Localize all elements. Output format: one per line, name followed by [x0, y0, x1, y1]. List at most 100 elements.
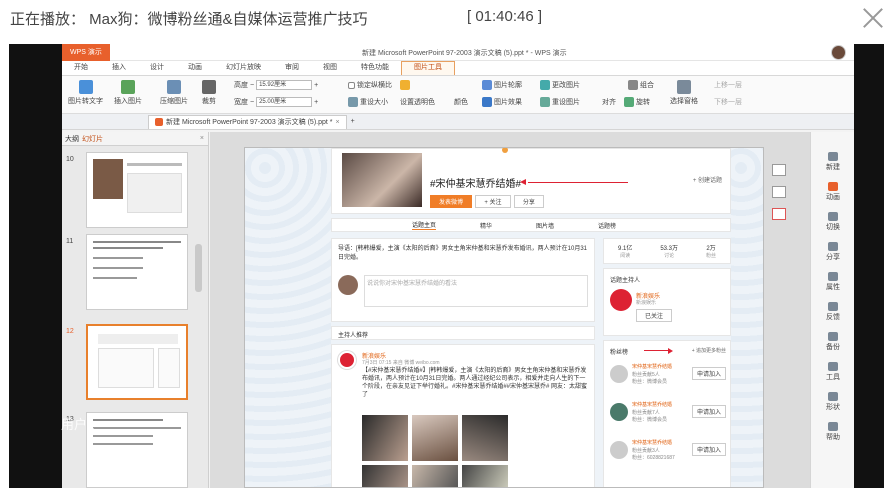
apply-join-button[interactable]: 申请加入 — [691, 443, 726, 456]
compress-picture-button[interactable]: 压缩图片 — [160, 80, 188, 106]
menu-view[interactable]: 视图 — [311, 62, 349, 75]
post-photo[interactable] — [412, 465, 458, 487]
tab-outline[interactable]: 大纲 — [65, 134, 79, 144]
sidebar-help[interactable]: 帮助 — [815, 422, 851, 442]
follow-button[interactable]: + 关注 — [475, 195, 511, 208]
reset-picture-button[interactable]: 重设图片 — [540, 97, 580, 107]
insert-picture-button[interactable]: 插入图片 — [114, 80, 142, 106]
effect-button[interactable]: 图片效果 — [482, 97, 522, 107]
ribbon: 图片转文字 插入图片 压缩图片 裁剪 高度 − 15.92厘米 + 宽度 − 2… — [62, 76, 854, 114]
send-backward-button[interactable]: 下移一层 — [714, 97, 742, 107]
menu-design[interactable]: 设计 — [138, 62, 176, 75]
tab-featured[interactable]: 精华 — [480, 221, 492, 230]
align-button[interactable]: 对齐 — [602, 97, 616, 107]
post-photo[interactable] — [462, 465, 508, 487]
outline-button[interactable]: 图片轮廓 — [482, 80, 522, 90]
window-icon[interactable] — [772, 208, 786, 220]
properties-icon — [828, 272, 838, 281]
host-sub: 新浪娱乐 — [636, 300, 657, 306]
host-followed-button[interactable]: 已关注 — [636, 309, 673, 322]
transparent-color-button[interactable] — [400, 80, 410, 90]
slide-number: 10 — [66, 156, 74, 163]
pic-to-text-icon — [78, 80, 93, 94]
comment-input[interactable]: 说说你对宋仲基宋慧乔结婚的看法 — [364, 275, 588, 307]
wps-menu-button[interactable]: WPS 演示 — [62, 44, 110, 61]
slide[interactable]: #宋仲基宋慧乔结婚# 发表微博 + 关注 分享 + 创建话题 话题主页 精华 图… — [244, 147, 764, 488]
pane-scrollbar[interactable] — [195, 244, 202, 292]
slide-thumbnail-selected[interactable] — [86, 324, 188, 400]
menu-slideshow[interactable]: 幻灯片放映 — [214, 62, 273, 75]
document-tab[interactable]: 新建 Microsoft PowerPoint 97-2003 演示文稿 (5)… — [148, 114, 347, 129]
host-avatar[interactable] — [610, 289, 632, 311]
sidebar-tools[interactable]: 工具 — [815, 362, 851, 382]
sidebar-new[interactable]: 新建 — [815, 152, 851, 172]
new-tab-button[interactable]: + — [351, 118, 355, 125]
create-topic-link[interactable]: + 创建话题 — [693, 175, 722, 184]
select-pane-icon — [677, 80, 691, 94]
post-photo[interactable] — [362, 465, 408, 487]
set-transparent-button[interactable]: 设置透明色 — [400, 97, 435, 107]
bring-forward-button[interactable]: 上移一层 — [714, 80, 742, 90]
height-plus[interactable]: + — [314, 82, 318, 89]
menu-animation[interactable]: 动画 — [176, 62, 214, 75]
height-input[interactable]: 15.92厘米 — [256, 80, 313, 90]
width-input[interactable]: 25.00厘米 — [256, 97, 313, 107]
post-photo[interactable] — [462, 415, 508, 461]
wps-window: WPS 演示 新建 Microsoft PowerPoint 97-2003 演… — [62, 44, 854, 488]
pic-to-text-button[interactable]: 图片转文字 — [68, 80, 103, 106]
backup-icon — [828, 332, 838, 341]
sidebar-properties[interactable]: 属性 — [815, 272, 851, 292]
host-heading: 话题主持人 — [610, 278, 641, 284]
slide-thumbnail[interactable] — [86, 412, 188, 488]
post-meta: 7月3日 07:15 来自 微博 weibo.com — [362, 360, 440, 366]
topic-intro: 导语：[韩韩爆爱，主演《太阳的后裔》男女主角宋仲基和宋慧乔发布婚讯，两人预计在1… — [338, 246, 588, 261]
user-avatar[interactable] — [831, 45, 846, 60]
topic-stats: 9.1亿 阅读 53.3万 讨论 2万 粉丝 — [603, 238, 731, 264]
reset-size-button[interactable]: 重设大小 — [348, 97, 388, 107]
transparent-icon — [400, 80, 410, 90]
pane-close-icon[interactable]: × — [200, 135, 208, 142]
post-photo[interactable] — [412, 415, 458, 461]
apply-join-button[interactable]: 申请加入 — [691, 367, 726, 380]
menu-special[interactable]: 特色功能 — [349, 62, 401, 75]
slide-thumbnail[interactable] — [86, 152, 188, 228]
menu-review[interactable]: 审阅 — [273, 62, 311, 75]
sidebar-animation[interactable]: 动画 — [815, 182, 851, 202]
sidebar-share[interactable]: 分享 — [815, 242, 851, 262]
tab-close-icon[interactable]: × — [336, 119, 340, 126]
change-picture-button[interactable]: 更改图片 — [540, 80, 580, 90]
menu-start[interactable]: 开始 — [62, 62, 100, 75]
rotate-button[interactable]: 旋转 — [624, 97, 650, 107]
menu-insert[interactable]: 插入 — [100, 62, 138, 75]
width-minus[interactable]: − — [250, 99, 254, 106]
post-photo[interactable] — [362, 415, 408, 461]
tab-picture-wall[interactable]: 图片墙 — [536, 221, 554, 230]
select-pane-button[interactable]: 选择窗格 — [670, 80, 698, 106]
width-plus[interactable]: + — [314, 99, 318, 106]
sidebar-backup[interactable]: 备份 — [815, 332, 851, 352]
menu-picture-tools[interactable]: 图片工具 — [401, 61, 455, 75]
add-fans-link[interactable]: + 追加更多粉丝 — [692, 347, 726, 354]
fit-icon[interactable] — [772, 186, 786, 198]
sidebar-feedback[interactable]: 反馈 — [815, 302, 851, 322]
help-icon — [828, 422, 838, 431]
post-weibo-button[interactable]: 发表微博 — [430, 195, 473, 208]
zoom-icon[interactable] — [772, 164, 786, 176]
slide-bg-pattern-right — [731, 148, 763, 487]
lock-ratio-checkbox[interactable]: 锁定纵横比 — [348, 80, 392, 90]
slide-thumbnail[interactable] — [86, 234, 188, 310]
tab-slides[interactable]: 幻灯片 — [82, 134, 103, 144]
crop-button[interactable]: 裁剪 — [202, 80, 216, 106]
sidebar-shapes[interactable]: 形状 — [815, 392, 851, 412]
close-icon[interactable] — [860, 4, 886, 30]
sidebar-transition[interactable]: 切换 — [815, 212, 851, 232]
height-label: 高度 — [234, 82, 248, 89]
rotate-handle-icon[interactable] — [502, 148, 508, 153]
share-button[interactable]: 分享 — [513, 195, 544, 208]
color-button[interactable]: 颜色 — [454, 97, 468, 107]
combine-button[interactable]: 组合 — [628, 80, 654, 90]
tab-topic-home[interactable]: 话题主页 — [412, 220, 437, 230]
height-minus[interactable]: − — [250, 82, 254, 89]
apply-join-button[interactable]: 申请加入 — [691, 405, 726, 418]
tab-topic-rank[interactable]: 话题榜 — [598, 221, 616, 230]
